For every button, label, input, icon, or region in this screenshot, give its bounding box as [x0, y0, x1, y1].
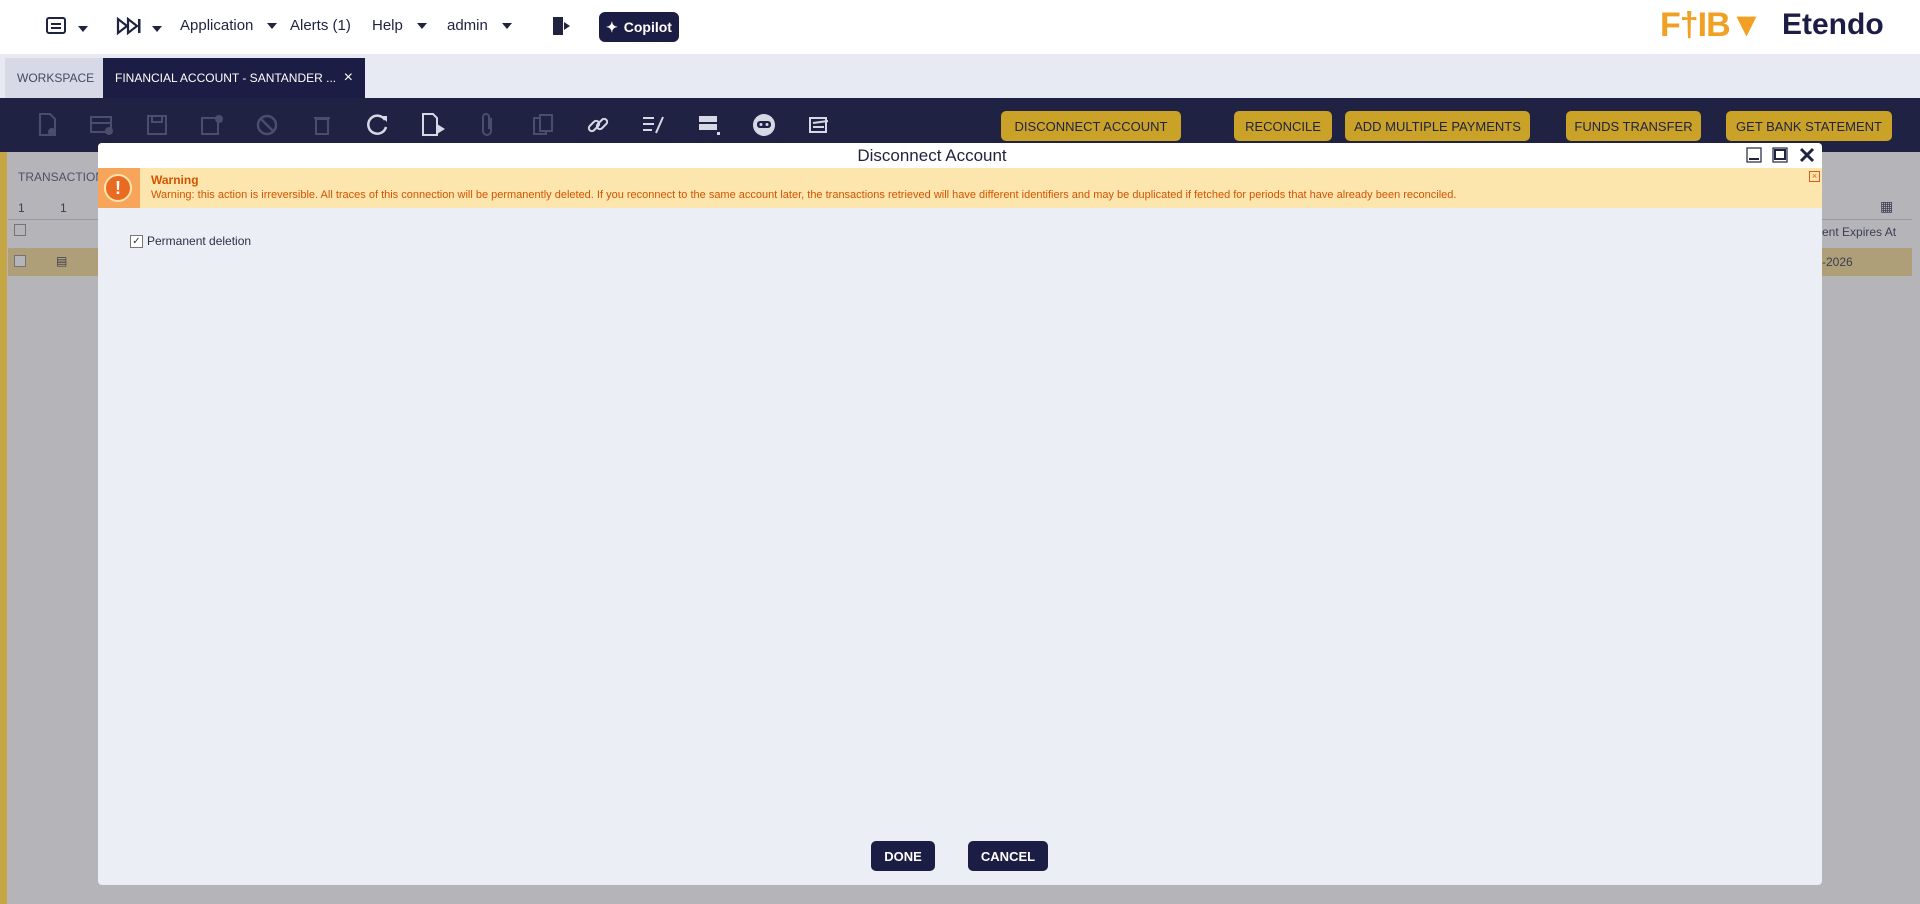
help-menu-label: Help	[372, 17, 403, 34]
cancel-button[interactable]: CANCEL	[968, 841, 1048, 871]
add-multiple-payments-button[interactable]: ADD MULTIPLE PAYMENTS	[1345, 111, 1530, 141]
warning-message: Warning: this action is irreversible. Al…	[151, 189, 1457, 201]
window-tab-bar: WORKSPACE FINANCIAL ACCOUNT - SANTANDER …	[0, 54, 1920, 98]
audit-icon[interactable]	[639, 111, 667, 139]
tab-financial-account[interactable]: FINANCIAL ACCOUNT - SANTANDER ... ×	[103, 58, 365, 98]
minimize-button[interactable]	[1745, 146, 1763, 164]
warning-title: Warning	[151, 173, 199, 187]
close-dialog-button[interactable]	[1798, 146, 1816, 164]
chevron-down-icon	[416, 22, 427, 29]
done-button-label: DONE	[884, 848, 922, 864]
top-navigation-bar: Application Alerts (1) Help admin ✦ Copi…	[0, 0, 1920, 54]
alerts-label: Alerts (1)	[290, 17, 351, 34]
funds-transfer-label: FUNDS TRANSFER	[1574, 118, 1693, 134]
new-row-icon[interactable]	[88, 111, 116, 139]
clone-icon[interactable]	[529, 111, 557, 139]
tab-workspace[interactable]: WORKSPACE	[5, 58, 103, 98]
permanent-deletion-field: ✓ Permanent deletion	[130, 234, 251, 248]
link-icon[interactable]	[584, 111, 612, 139]
copilot-button[interactable]: ✦ Copilot	[599, 12, 679, 42]
attachment-icon[interactable]	[474, 111, 502, 139]
fast-forward-icon	[116, 15, 144, 42]
save-close-icon[interactable]	[198, 111, 226, 139]
fb-logo: F†IB▼	[1660, 6, 1763, 45]
grid-view-icon[interactable]	[695, 111, 723, 139]
logout-button[interactable]	[550, 15, 572, 42]
disconnect-account-button[interactable]: DISCONNECT ACCOUNT	[1001, 111, 1181, 141]
tab-workspace-label: WORKSPACE	[17, 71, 95, 85]
help-menu[interactable]: Help	[372, 17, 427, 34]
disconnect-account-label: DISCONNECT ACCOUNT	[1014, 118, 1168, 134]
new-document-icon[interactable]	[33, 111, 61, 139]
copilot-robot-icon[interactable]	[750, 111, 778, 139]
reconcile-button[interactable]: RECONCILE	[1234, 111, 1332, 141]
user-menu[interactable]: admin	[447, 17, 512, 34]
exclamation-icon: !	[104, 174, 132, 202]
chevron-down-icon	[267, 22, 278, 29]
chevron-down-icon	[152, 25, 162, 32]
logout-icon	[550, 15, 572, 42]
reconcile-label: RECONCILE	[1245, 118, 1321, 134]
cancel-icon[interactable]	[253, 111, 281, 139]
get-bank-statement-label: GET BANK STATEMENT	[1736, 118, 1882, 134]
save-icon[interactable]	[143, 111, 171, 139]
permanent-deletion-label: Permanent deletion	[147, 234, 252, 248]
done-button[interactable]: DONE	[871, 841, 935, 871]
chevron-down-icon	[78, 25, 88, 32]
quick-launch-button[interactable]	[116, 15, 162, 42]
dialog-title: Disconnect Account	[857, 146, 1007, 165]
notes-icon[interactable]	[805, 111, 833, 139]
export-icon[interactable]	[419, 111, 447, 139]
fb-logo-text: F†IB▼	[1660, 6, 1763, 44]
menu-list-icon	[46, 15, 70, 42]
chevron-down-icon	[501, 22, 512, 29]
window-accent-edge	[0, 152, 7, 904]
copilot-label: Copilot	[623, 19, 672, 35]
refresh-icon[interactable]	[364, 111, 392, 139]
tab-financial-account-label: FINANCIAL ACCOUNT - SANTANDER ...	[115, 71, 337, 85]
add-multiple-payments-label: ADD MULTIPLE PAYMENTS	[1354, 118, 1521, 134]
warning-banner: ! Warning Warning: this action is irreve…	[98, 168, 1822, 208]
permanent-deletion-checkbox[interactable]: ✓	[130, 234, 143, 248]
application-menu[interactable]: Application	[180, 17, 278, 34]
get-bank-statement-button[interactable]: GET BANK STATEMENT	[1726, 111, 1892, 141]
warning-icon-panel: !	[98, 168, 140, 208]
user-menu-label: admin	[447, 17, 488, 34]
delete-icon[interactable]	[308, 111, 336, 139]
etendo-logo: Etendo	[1782, 8, 1884, 41]
maximize-button[interactable]	[1771, 146, 1789, 164]
funds-transfer-button[interactable]: FUNDS TRANSFER	[1566, 111, 1701, 141]
cancel-button-label: CANCEL	[980, 848, 1036, 864]
sparkle-icon: ✦	[606, 18, 618, 35]
close-tab-icon[interactable]: ×	[344, 69, 353, 87]
dialog-header: Disconnect Account	[98, 143, 1822, 168]
close-warning-icon[interactable]: ×	[1809, 171, 1820, 182]
menu-button[interactable]	[46, 15, 88, 42]
disconnect-account-dialog: Disconnect Account ! Warning Warning: th…	[98, 143, 1822, 885]
application-menu-label: Application	[180, 17, 254, 34]
alerts-link[interactable]: Alerts (1)	[290, 17, 351, 34]
